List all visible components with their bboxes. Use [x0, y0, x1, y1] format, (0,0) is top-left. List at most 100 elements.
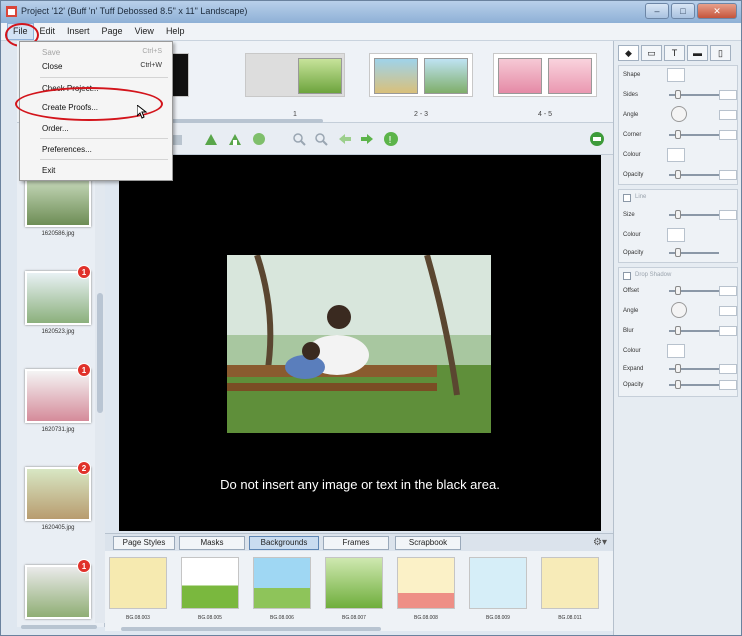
photo-panel-scrollbar[interactable] [95, 123, 105, 623]
backgrounds-scrollbar[interactable] [121, 627, 381, 631]
shadow-angle-dial[interactable] [671, 302, 687, 318]
layer-down-icon[interactable] [251, 131, 267, 147]
opacity-value[interactable] [719, 170, 737, 180]
background-thumbnail[interactable] [469, 557, 527, 609]
slider-knob[interactable] [675, 90, 681, 99]
help-icon[interactable]: ! [383, 131, 399, 147]
tab-fill[interactable]: ▬ [687, 45, 708, 61]
menu-separator [40, 77, 168, 78]
corner-slider[interactable] [669, 130, 719, 139]
photo-thumbnail[interactable] [25, 271, 91, 325]
tab-backgrounds[interactable]: Backgrounds [249, 536, 319, 550]
background-thumbnail[interactable] [397, 557, 455, 609]
line-opacity-slider[interactable] [669, 248, 719, 257]
angle-value[interactable] [719, 110, 737, 120]
slider-knob[interactable] [675, 248, 681, 257]
page-thumbnail-1[interactable] [245, 53, 345, 97]
menu-item-close[interactable]: Close [42, 62, 62, 71]
line-size-slider[interactable] [669, 210, 719, 219]
background-thumbnail[interactable] [253, 557, 311, 609]
usage-badge: 1 [77, 559, 91, 573]
menu-page[interactable]: Page [96, 23, 129, 40]
slider-knob[interactable] [675, 326, 681, 335]
colour-swatch[interactable] [667, 148, 685, 162]
menu-item-save[interactable]: Save [42, 48, 60, 57]
menu-item-exit[interactable]: Exit [42, 166, 55, 175]
line-checkbox[interactable] [623, 194, 631, 202]
opacity-slider[interactable] [669, 170, 719, 179]
slider-knob[interactable] [675, 286, 681, 295]
menu-view[interactable]: View [129, 23, 160, 40]
angle-dial[interactable] [671, 106, 687, 122]
shadow-checkbox[interactable] [623, 272, 631, 280]
svg-text:!: ! [388, 135, 392, 146]
corner-value[interactable] [719, 130, 737, 140]
shadow-colour-swatch[interactable] [667, 344, 685, 358]
bring-forward-icon[interactable] [203, 131, 219, 147]
photo-thumbnail[interactable] [25, 173, 91, 227]
line-colour-swatch[interactable] [667, 228, 685, 242]
page-canvas[interactable]: Do not insert any image or text in the b… [119, 155, 601, 531]
photo-thumbnail[interactable] [25, 467, 91, 521]
photo-panel-hscrollbar[interactable] [21, 625, 97, 629]
shadow-expand-slider[interactable] [669, 364, 719, 373]
background-thumbnail[interactable] [541, 557, 599, 609]
tab-image[interactable]: ▭ [641, 45, 662, 61]
minimize-button[interactable]: – [645, 3, 669, 19]
photo-thumbnail[interactable] [25, 565, 91, 619]
arrow-right-icon[interactable] [359, 131, 375, 147]
scrollbar-thumb[interactable] [97, 293, 103, 413]
menu-item-order[interactable]: Order... [42, 124, 69, 133]
gear-icon[interactable]: ⚙▾ [593, 537, 607, 548]
tab-masks[interactable]: Masks [179, 536, 245, 550]
photo-thumbnail[interactable] [25, 369, 91, 423]
shadow-blur-value[interactable] [719, 326, 737, 336]
canvas-scrollbar[interactable] [601, 155, 613, 531]
page-label-2-3: 2 - 3 [413, 111, 428, 118]
shadow-toggle-label: Drop Shadow [635, 272, 672, 278]
shadow-blur-slider[interactable] [669, 326, 719, 335]
cart-icon[interactable] [589, 131, 605, 147]
page-thumbnail-4-5[interactable] [493, 53, 597, 97]
tab-shape[interactable]: ◆ [618, 45, 639, 61]
shadow-offset-value[interactable] [719, 286, 737, 296]
shape-box[interactable] [667, 68, 685, 82]
background-thumbnail[interactable] [109, 557, 167, 609]
app-window: Project '12' (Buff 'n' Tuff Debossed 8.5… [0, 0, 742, 636]
slider-knob[interactable] [675, 364, 681, 373]
zoom-out-icon[interactable] [313, 131, 329, 147]
tab-text[interactable]: T [664, 45, 685, 61]
menu-insert[interactable]: Insert [61, 23, 96, 40]
background-thumbnail[interactable] [181, 557, 239, 609]
shadow-angle-value[interactable] [719, 306, 737, 316]
page-label-1: 1 [293, 111, 297, 118]
shadow-opacity-value[interactable] [719, 380, 737, 390]
placed-photo[interactable] [227, 255, 491, 433]
tab-page[interactable]: ▯ [710, 45, 731, 61]
menu-help[interactable]: Help [160, 23, 191, 40]
shadow-offset-slider[interactable] [669, 286, 719, 295]
background-label: BG.08.006 [270, 615, 294, 621]
close-button[interactable]: ✕ [697, 3, 737, 19]
usage-badge: 1 [77, 363, 91, 377]
slider-knob[interactable] [675, 170, 681, 179]
arrow-left-icon[interactable] [337, 131, 353, 147]
shadow-opacity-slider[interactable] [669, 380, 719, 389]
background-thumbnail[interactable] [325, 557, 383, 609]
sides-value[interactable] [719, 90, 737, 100]
tab-frames[interactable]: Frames [323, 536, 389, 550]
slider-knob[interactable] [675, 130, 681, 139]
zoom-in-icon[interactable] [291, 131, 307, 147]
tab-scrapbook[interactable]: Scrapbook [395, 536, 461, 550]
page-thumbnail-2-3[interactable] [369, 53, 473, 97]
menu-item-preferences[interactable]: Preferences... [42, 145, 92, 154]
shadow-expand-value[interactable] [719, 364, 737, 374]
slider-knob[interactable] [675, 210, 681, 219]
send-backward-icon[interactable] [227, 131, 243, 147]
page-4-photo [498, 58, 542, 94]
sides-slider[interactable] [669, 90, 719, 99]
slider-knob[interactable] [675, 380, 681, 389]
line-size-value[interactable] [719, 210, 737, 220]
tab-page-styles[interactable]: Page Styles [113, 536, 175, 550]
maximize-button[interactable]: □ [671, 3, 695, 19]
